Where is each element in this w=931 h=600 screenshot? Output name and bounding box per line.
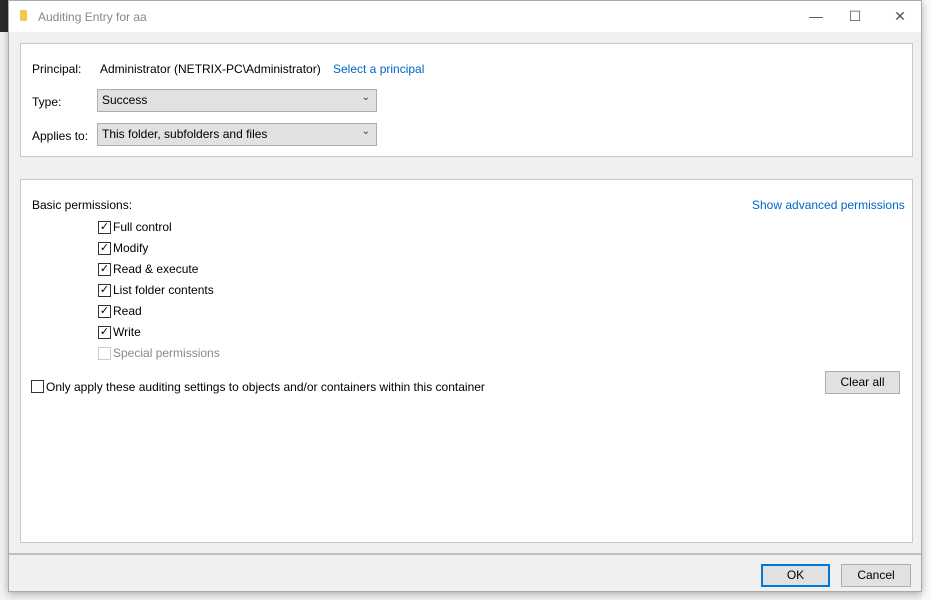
select-principal-link[interactable]: Select a principal [333,62,424,76]
only-apply-checkbox[interactable] [31,380,44,393]
folder-icon [20,10,27,21]
minimize-button[interactable]: — [801,6,831,26]
close-button[interactable]: ✕ [885,6,915,26]
permission-label: Read & execute [113,262,199,276]
permission-checkbox[interactable]: ✓ [98,326,111,339]
type-value: Success [102,93,148,107]
applies-to-select[interactable]: This folder, subfolders and files ⌄ [97,123,377,146]
auditing-entry-dialog: Auditing Entry for aa — ☐ ✕ Principal: A… [8,0,922,592]
permission-label: Full control [113,220,172,234]
title-bar: Auditing Entry for aa — ☐ ✕ [9,1,921,32]
permission-label: Modify [113,241,149,255]
principal-group: Principal: Administrator (NETRIX-PC\Admi… [20,43,913,157]
applies-to-label: Applies to: [32,129,89,143]
applies-to-value: This folder, subfolders and files [102,127,268,141]
type-label: Type: [32,95,62,109]
window-title: Auditing Entry for aa [38,10,147,24]
permission-label: Read [113,304,142,318]
permission-checkbox[interactable]: ✓ [98,263,111,276]
permission-checkbox[interactable]: ✓ [98,284,111,297]
permission-checkbox [98,347,111,360]
chevron-down-icon: ⌄ [361,126,370,137]
permission-checkbox[interactable]: ✓ [98,305,111,318]
permission-checkbox[interactable]: ✓ [98,242,111,255]
cancel-button[interactable]: Cancel [841,564,911,587]
principal-value: Administrator (NETRIX-PC\Administrator) [100,62,321,76]
permission-label: List folder contents [113,283,214,297]
only-apply-label: Only apply these auditing settings to ob… [46,380,485,394]
type-select[interactable]: Success ⌄ [97,89,377,112]
chevron-down-icon: ⌄ [361,92,370,103]
background-app [0,0,8,32]
permission-label: Write [113,325,141,339]
ok-button[interactable]: OK [761,564,830,587]
permission-checkbox[interactable]: ✓ [98,221,111,234]
permissions-group: Basic permissions: Show advanced permiss… [20,179,913,543]
maximize-button[interactable]: ☐ [840,6,870,26]
permission-label: Special permissions [113,346,220,360]
show-advanced-permissions-link[interactable]: Show advanced permissions [752,198,905,212]
background-window [922,0,931,600]
clear-all-button[interactable]: Clear all [825,371,900,394]
basic-permissions-heading: Basic permissions: [32,198,133,212]
separator [9,553,921,555]
principal-label: Principal: [32,62,82,76]
